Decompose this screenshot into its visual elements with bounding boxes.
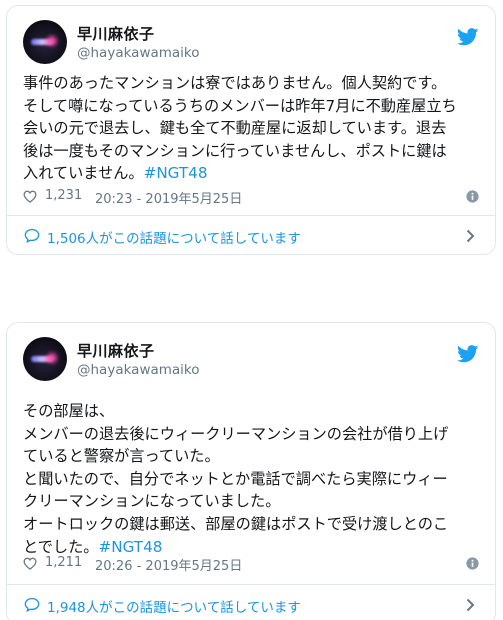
tweet-text-line: 事件のあったマンションは寮ではありません。個人契約です。 [23,74,447,92]
tweet-text-line-part: とでした。 [23,537,99,556]
tweet-text-line: 会いの元で退去し、鍵も全て不動産屋に返却しています。退去 [23,119,447,138]
display-name[interactable]: 早川麻依子 [77,340,155,361]
tweet-meta: 1,231 20:23 - 2019年5月25日 [23,187,481,207]
conversation-link[interactable]: 1,948人がこの話題について話しています [7,585,495,620]
avatar[interactable] [23,337,67,381]
chat-bubble-icon [24,228,40,243]
tweet-text-line: クリーマンションになっていました。 [23,492,281,511]
tweet-text: 事件のあったマンションは寮ではありません。個人契約です。 そして噂になっているう… [23,72,483,185]
tweet-text-line: 後は一度もそのマンションに行っていませんし、ポストに鍵は [23,141,447,160]
hashtag-link[interactable]: #NGT48 [98,538,162,556]
tweet-text-line: そして噂になっているうちのメンバーは昨年7月に不動産屋立ち [23,96,457,115]
display-name[interactable]: 早川麻依子 [77,23,155,44]
tweet-header: 早川麻依子 @hayakawamaiko [23,20,481,68]
timestamp[interactable]: 20:23 - 2019年5月25日 [95,188,242,207]
heart-icon[interactable] [23,557,37,570]
like-count[interactable]: 1,231 [45,188,82,203]
tweet-text-line: ていると警察が言っていた。 [23,447,220,466]
conversation-text[interactable]: 1,948人がこの話題について話しています [47,596,301,616]
tweet-text-line: メンバーの退去後にウィークリーマンションの会社が借り上げ [23,424,449,443]
conversation-text[interactable]: 1,506人がこの話題について話しています [47,227,301,247]
tweet-card[interactable]: 早川麻依子 @hayakawamaiko その部屋は、 メンバーの退去後にウィー… [6,322,496,620]
tweet-text: その部屋は、 メンバーの退去後にウィークリーマンションの会社が借り上げ ていると… [23,400,483,558]
twitter-bird-icon[interactable] [457,345,479,363]
conversation-link[interactable]: 1,506人がこの話題について話しています [7,216,495,254]
tweet-text-line: と聞いたので、自分でネットとか電話で調べたら実際にウィー [23,469,448,488]
timestamp[interactable]: 20:26 - 2019年5月25日 [95,555,242,574]
heart-icon[interactable] [23,190,37,203]
avatar[interactable] [23,20,67,64]
screen-name[interactable]: @hayakawamaiko [77,362,200,378]
chevron-right-icon[interactable] [466,598,475,612]
hashtag-link[interactable]: #NGT48 [144,164,208,182]
tweet-card[interactable]: 早川麻依子 @hayakawamaiko 事件のあったマンションは寮ではありませ… [6,5,496,255]
tweet-meta: 1,211 20:26 - 2019年5月25日 [23,554,481,574]
screen-name[interactable]: @hayakawamaiko [77,45,200,61]
info-icon[interactable] [466,190,479,203]
tweet-text-line: オートロックの鍵は郵送、部屋の鍵はポストで受け渡しとのこ [23,514,449,533]
tweet-text-line-part: 入れていません。 [23,164,144,183]
tweet-text-line: その部屋は、 [23,402,115,420]
tweet-text-line: 入れていません。#NGT48 [23,162,483,185]
info-icon[interactable] [466,557,479,570]
chat-bubble-icon [24,597,40,612]
like-count[interactable]: 1,211 [45,555,82,570]
chevron-right-icon[interactable] [466,229,475,243]
tweet-header: 早川麻依子 @hayakawamaiko [23,337,481,385]
twitter-bird-icon[interactable] [457,28,479,46]
